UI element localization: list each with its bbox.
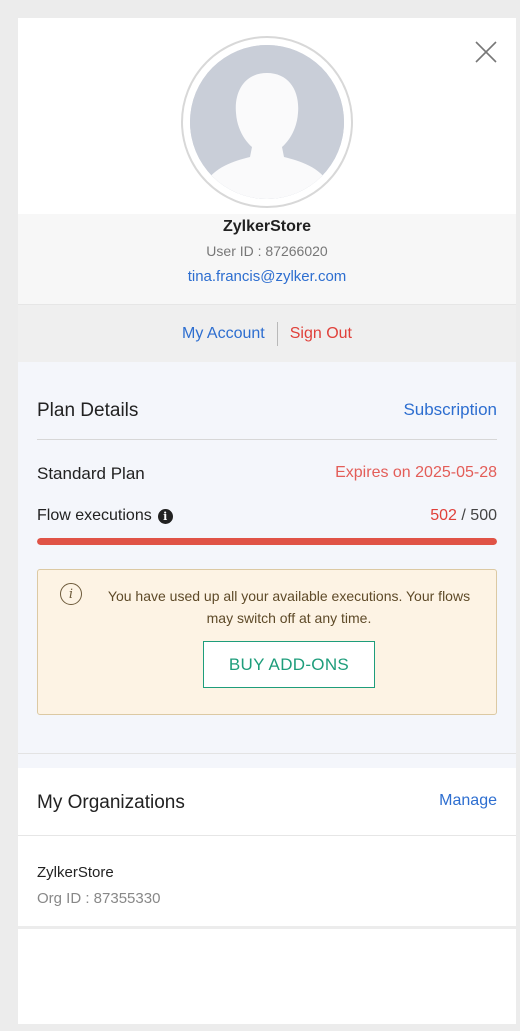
alert-message: You have used up all your available exec… bbox=[107, 588, 471, 626]
plan-details-section: Plan Details Subscription Standard Plan … bbox=[18, 362, 516, 754]
plan-name: Standard Plan bbox=[37, 464, 145, 483]
user-id: User ID : 87266020 bbox=[206, 243, 328, 259]
user-email-link[interactable]: tina.francis@zylker.com bbox=[18, 268, 516, 285]
info-circle-icon: i bbox=[60, 583, 82, 605]
organizations-section: My Organizations Manage ZylkerStore Org … bbox=[18, 768, 516, 928]
flow-executions-text: Flow executions bbox=[37, 507, 152, 524]
flow-limit-count: 500 bbox=[470, 507, 497, 524]
info-icon[interactable]: i bbox=[157, 508, 173, 524]
section-gap bbox=[18, 754, 516, 768]
divider bbox=[37, 439, 497, 440]
close-icon[interactable] bbox=[474, 40, 498, 64]
profile-header bbox=[18, 18, 516, 214]
plan-details-title: Plan Details bbox=[37, 400, 139, 421]
usage-alert: i You have used up all your available ex… bbox=[37, 569, 497, 715]
plan-expiry: Expires on 2025-05-28 bbox=[335, 464, 497, 481]
divider bbox=[18, 835, 516, 836]
org-id: Org ID : 87355330 bbox=[37, 890, 161, 907]
subscription-link[interactable]: Subscription bbox=[403, 400, 497, 420]
usage-progress-fill bbox=[37, 538, 497, 545]
user-name: ZylkerStore bbox=[222, 218, 312, 235]
account-actions-bar: My Account Sign Out bbox=[18, 304, 516, 362]
flow-count-separator: / bbox=[456, 507, 471, 524]
sign-out-link[interactable]: Sign Out bbox=[278, 325, 352, 343]
flow-executions-label: Flow executions i bbox=[37, 507, 173, 525]
buy-add-ons-button[interactable]: BUY ADD-ONS bbox=[203, 641, 375, 688]
manage-link[interactable]: Manage bbox=[439, 792, 497, 810]
flow-used-count: 502 bbox=[430, 507, 457, 524]
my-account-link[interactable]: My Account bbox=[182, 325, 277, 343]
org-name[interactable]: ZylkerStore bbox=[37, 864, 114, 881]
profile-info: ZylkerStore User ID : 87266020 tina.fran… bbox=[18, 214, 516, 304]
profile-panel: ZylkerStore User ID : 87266020 tina.fran… bbox=[18, 18, 516, 1024]
avatar-placeholder-icon bbox=[190, 45, 344, 199]
usage-progress-bar bbox=[37, 538, 497, 545]
avatar[interactable] bbox=[181, 36, 353, 208]
flow-executions-count: 502 / 500 bbox=[430, 507, 497, 525]
organizations-title: My Organizations bbox=[37, 792, 185, 813]
divider bbox=[18, 926, 516, 929]
